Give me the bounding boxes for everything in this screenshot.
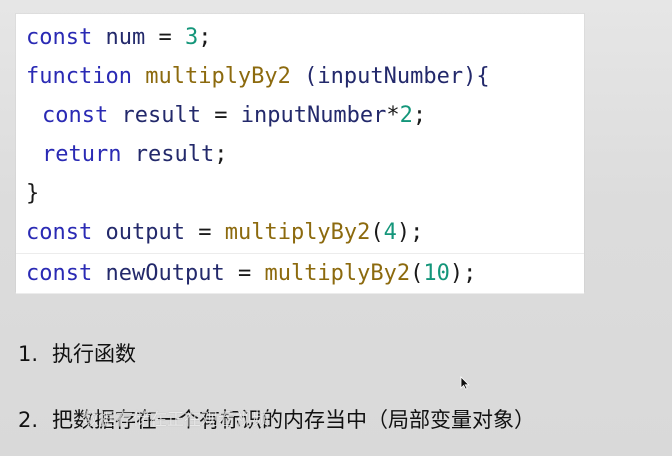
function-name: multiplyBy2 bbox=[264, 261, 411, 286]
punctuation: ( bbox=[370, 220, 384, 245]
note-number: 1. bbox=[18, 342, 39, 366]
punctuation: ; bbox=[412, 103, 427, 128]
note-item-1: 1. 执行函数 bbox=[18, 338, 136, 368]
keyword: const bbox=[42, 103, 109, 128]
keyword: function bbox=[26, 64, 132, 89]
code-line-6: const output = multiplyBy2(4); bbox=[16, 213, 584, 252]
code-line-3: const result = inputNumber*2; bbox=[16, 96, 584, 135]
identifier: output bbox=[105, 220, 185, 245]
punctuation: ); bbox=[449, 261, 477, 286]
function-params: (inputNumber){ bbox=[304, 64, 490, 89]
code-line-7: const newOutput = multiplyBy2(10); bbox=[16, 253, 584, 294]
punctuation: ); bbox=[396, 220, 424, 245]
identifier: result bbox=[121, 103, 201, 128]
keyword: const bbox=[26, 220, 93, 245]
keyword: const bbox=[26, 261, 93, 286]
identifier: result bbox=[134, 142, 215, 167]
punctuation: ; bbox=[214, 142, 228, 167]
identifier: num bbox=[105, 25, 146, 50]
operator: = bbox=[198, 220, 212, 245]
code-line-5: } bbox=[16, 174, 584, 213]
note-text: 执行函数 bbox=[52, 342, 137, 366]
number-literal: 3 bbox=[184, 25, 199, 50]
note-number: 2. bbox=[18, 408, 39, 432]
function-name: multiplyBy2 bbox=[145, 64, 291, 89]
number-literal: 10 bbox=[423, 261, 450, 286]
punctuation: ; bbox=[198, 25, 212, 50]
closing-brace: } bbox=[26, 181, 40, 206]
arrow-cursor-icon bbox=[460, 376, 470, 390]
number-literal: 4 bbox=[383, 220, 397, 245]
keyword: return bbox=[42, 142, 122, 167]
number-literal: 2 bbox=[399, 103, 413, 128]
operator: = bbox=[158, 25, 172, 50]
code-line-2: function multiplyBy2 (inputNumber){ bbox=[16, 57, 584, 96]
operator: = bbox=[214, 103, 228, 128]
code-line-1: const num = 3; bbox=[16, 18, 584, 57]
punctuation: ( bbox=[410, 261, 424, 286]
video-subtitle-overlay: 数据存储在正在观看视频 bbox=[82, 410, 269, 430]
operator: = bbox=[237, 261, 252, 286]
operator: * bbox=[386, 103, 400, 128]
identifier: inputNumber bbox=[240, 103, 387, 128]
code-editor-panel: const num = 3; function multiplyBy2 (inp… bbox=[16, 14, 584, 294]
keyword: const bbox=[26, 25, 93, 50]
function-name: multiplyBy2 bbox=[224, 220, 371, 245]
code-line-4: return result; bbox=[16, 135, 584, 174]
identifier: newOutput bbox=[105, 261, 225, 286]
